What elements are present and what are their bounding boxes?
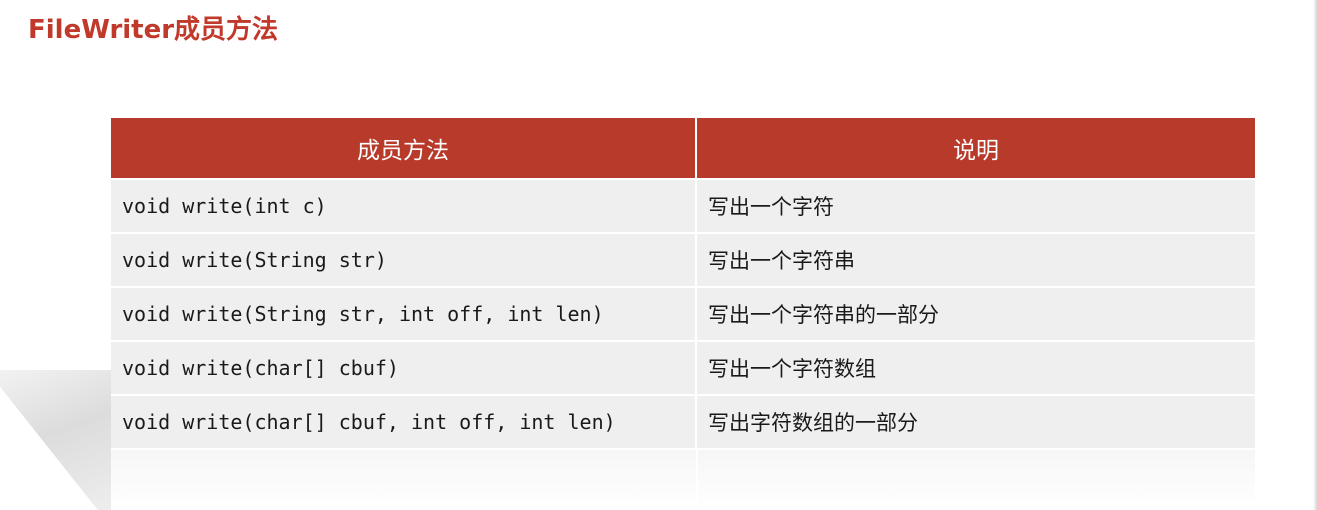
fade-right-column (698, 450, 1255, 510)
description-cell: 写出一个字符数组 (696, 341, 1255, 396)
page-title: FileWriter成员方法 (28, 15, 279, 45)
table-row: void write(String str, int off, int len)… (111, 287, 1255, 342)
table-row: void write(char[] cbuf) 写出一个字符数组 (111, 341, 1255, 396)
header-description: 说明 (696, 118, 1255, 180)
method-cell: void write(int c) (111, 179, 697, 234)
table-bottom-fade (111, 450, 1255, 510)
table-row: void write(char[] cbuf, int off, int len… (111, 395, 1255, 450)
method-cell: void write(char[] cbuf, int off, int len… (111, 395, 697, 450)
fade-left-column (111, 450, 698, 510)
description-cell: 写出一个字符串的一部分 (696, 287, 1255, 342)
methods-table-container: 成员方法 说明 void write(int c) 写出一个字符 void wr… (111, 118, 1255, 510)
description-cell: 写出一个字符 (696, 179, 1255, 234)
method-cell: void write(char[] cbuf) (111, 341, 697, 396)
window-edge-shadow (1313, 0, 1317, 510)
description-cell: 写出字符数组的一部分 (696, 395, 1255, 450)
table-row: void write(int c) 写出一个字符 (111, 179, 1255, 234)
decorative-shadow-shape (0, 370, 115, 510)
method-cell: void write(String str) (111, 233, 697, 288)
methods-table: 成员方法 说明 void write(int c) 写出一个字符 void wr… (111, 118, 1255, 450)
header-method: 成员方法 (111, 118, 697, 180)
description-cell: 写出一个字符串 (696, 233, 1255, 288)
table-row: void write(String str) 写出一个字符串 (111, 233, 1255, 288)
method-cell: void write(String str, int off, int len) (111, 287, 697, 342)
table-header-row: 成员方法 说明 (111, 118, 1255, 180)
